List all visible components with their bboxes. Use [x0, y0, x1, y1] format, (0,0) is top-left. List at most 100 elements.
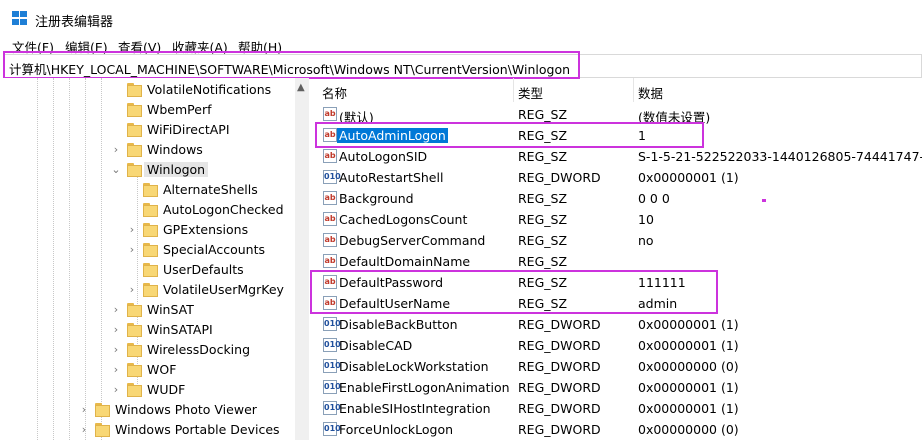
- folder-icon: [127, 383, 142, 397]
- chevron-right-icon[interactable]: ›: [111, 144, 121, 156]
- column-header-data[interactable]: 数据: [638, 83, 663, 102]
- tree-guide-line: [69, 78, 70, 440]
- value-data: 0x00000000 (0): [638, 422, 739, 437]
- value-name: DisableBackButton: [339, 317, 458, 332]
- dword-value-icon: 010: [323, 380, 341, 394]
- value-row[interactable]: 010 EnableSIHostIntegration REG_DWORD 0x…: [310, 398, 922, 419]
- folder-icon: [95, 403, 110, 417]
- column-header-name[interactable]: 名称: [322, 83, 347, 102]
- tree-node-label: WOF: [147, 362, 177, 377]
- chevron-right-icon[interactable]: ›: [79, 404, 89, 416]
- value-type: REG_SZ: [518, 212, 568, 227]
- value-name: CachedLogonsCount: [339, 212, 468, 227]
- chevron-down-icon[interactable]: ⌄: [111, 164, 121, 176]
- annotation-dot: [762, 199, 766, 202]
- string-value-icon: ab: [323, 191, 337, 205]
- chevron-right-icon[interactable]: ›: [79, 424, 89, 436]
- dword-value-icon: 010: [323, 338, 341, 352]
- value-row[interactable]: ab Background REG_SZ 0 0 0: [310, 188, 922, 209]
- value-type: REG_SZ: [518, 233, 568, 248]
- tree-node-label: Windows Photo Viewer: [115, 402, 257, 417]
- credentials-highlight-box: [310, 270, 718, 314]
- key-tree[interactable]: VolatileNotifications WbemPerf WiFiDirec…: [3, 78, 309, 440]
- folder-icon: [127, 323, 142, 337]
- chevron-right-icon[interactable]: ›: [111, 304, 121, 316]
- value-name: DebugServerCommand: [339, 233, 486, 248]
- list-header: 名称 类型 数据: [310, 78, 922, 102]
- value-data: 0x00000001 (1): [638, 401, 739, 416]
- tree-node-label: AlternateShells: [163, 182, 258, 197]
- title-bar: 注册表编辑器: [0, 0, 922, 36]
- folder-icon: [143, 223, 158, 237]
- expander-icon: [111, 84, 121, 96]
- tree-node-label: WirelessDocking: [147, 342, 251, 357]
- value-name: DisableLockWorkstation: [339, 359, 489, 374]
- value-row[interactable]: 010 AutoRestartShell REG_DWORD 0x0000000…: [310, 167, 922, 188]
- tree-node-label: GPExtensions: [163, 222, 249, 237]
- value-row[interactable]: 010 ForceUnlockLogon REG_DWORD 0x0000000…: [310, 419, 922, 440]
- chevron-right-icon[interactable]: ›: [127, 284, 137, 296]
- tree-node-label: WinSATAPI: [147, 322, 213, 337]
- value-name: Background: [339, 191, 414, 206]
- value-type: REG_DWORD: [518, 359, 601, 374]
- value-data: 0x00000001 (1): [638, 338, 739, 353]
- dword-value-icon: 010: [323, 401, 341, 415]
- value-row[interactable]: 010 DisableCAD REG_DWORD 0x00000001 (1): [310, 335, 922, 356]
- tree-guide-line: [85, 78, 86, 440]
- column-header-type[interactable]: 类型: [518, 83, 543, 102]
- tree-guide-line: [37, 78, 38, 440]
- value-data: S-1-5-21-522522033-1440126805-74441747-1…: [638, 149, 922, 164]
- folder-icon: [127, 103, 142, 117]
- chevron-right-icon[interactable]: ›: [111, 384, 121, 396]
- tree-node-label: WiFiDirectAPI: [147, 122, 230, 137]
- folder-icon: [95, 423, 110, 437]
- value-row[interactable]: 010 DisableLockWorkstation REG_DWORD 0x0…: [310, 356, 922, 377]
- folder-icon: [127, 363, 142, 377]
- folder-icon: [143, 283, 158, 297]
- value-type: REG_SZ: [518, 149, 568, 164]
- tree-scrollbar[interactable]: ▲: [295, 78, 309, 440]
- chevron-right-icon[interactable]: ›: [127, 244, 137, 256]
- value-row[interactable]: 010 DisableBackButton REG_DWORD 0x000000…: [310, 314, 922, 335]
- tree-node-label: Winlogon: [144, 162, 209, 177]
- tree-node-label: VolatileUserMgrKey: [163, 282, 284, 297]
- chevron-right-icon[interactable]: ›: [111, 364, 121, 376]
- address-highlight-box: [3, 51, 580, 79]
- folder-icon: [127, 143, 142, 157]
- value-row[interactable]: ab CachedLogonsCount REG_SZ 10: [310, 209, 922, 230]
- scroll-up-arrow-icon[interactable]: ▲: [297, 82, 305, 93]
- value-row[interactable]: 010 EnableFirstLogonAnimation REG_DWORD …: [310, 377, 922, 398]
- expander-icon: [111, 124, 121, 136]
- value-type: REG_DWORD: [518, 380, 601, 395]
- value-row[interactable]: ab DebugServerCommand REG_SZ no: [310, 230, 922, 251]
- string-value-icon: ab: [323, 149, 337, 163]
- value-name: DisableCAD: [339, 338, 413, 353]
- tree-node-label: WUDF: [147, 382, 186, 397]
- tree-guide-line: [101, 78, 102, 440]
- value-name: AutoLogonSID: [339, 149, 428, 164]
- tree-node-label: SpecialAccounts: [163, 242, 266, 257]
- window-title: 注册表编辑器: [35, 15, 114, 30]
- value-type: REG_SZ: [518, 107, 568, 122]
- string-value-icon: ab: [323, 107, 337, 121]
- value-data: 0x00000000 (0): [638, 359, 739, 374]
- dword-value-icon: 010: [323, 359, 341, 373]
- value-row[interactable]: ab AutoLogonSID REG_SZ S-1-5-21-52252203…: [310, 146, 922, 167]
- chevron-right-icon[interactable]: ›: [127, 224, 137, 236]
- column-separator[interactable]: [633, 78, 634, 102]
- folder-icon: [127, 343, 142, 357]
- column-separator[interactable]: [513, 78, 514, 102]
- value-data: 0 0 0: [638, 191, 670, 206]
- value-name: EnableFirstLogonAnimation: [339, 380, 510, 395]
- folder-icon: [143, 183, 158, 197]
- folder-icon: [127, 303, 142, 317]
- chevron-right-icon[interactable]: ›: [111, 324, 121, 336]
- chevron-right-icon[interactable]: ›: [111, 344, 121, 356]
- value-data: 0x00000001 (1): [638, 317, 739, 332]
- folder-icon: [143, 243, 158, 257]
- value-type: REG_DWORD: [518, 338, 601, 353]
- value-type: REG_DWORD: [518, 317, 601, 332]
- value-row[interactable]: ab DefaultDomainName REG_SZ: [310, 251, 922, 272]
- value-name: ForceUnlockLogon: [339, 422, 454, 437]
- string-value-icon: ab: [323, 254, 337, 268]
